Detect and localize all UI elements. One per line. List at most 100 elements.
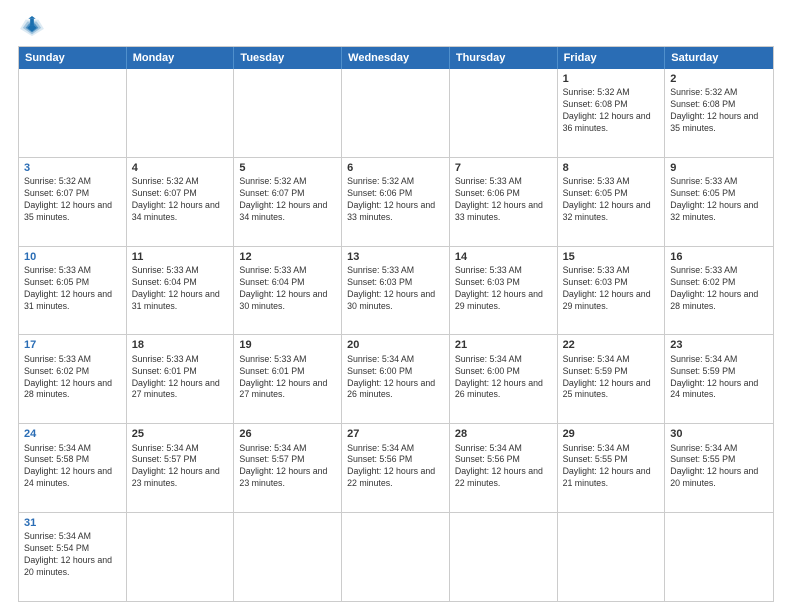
calendar-cell-6: 6Sunrise: 5:32 AM Sunset: 6:06 PM Daylig… — [342, 158, 450, 246]
day-info: Sunrise: 5:33 AM Sunset: 6:04 PM Dayligh… — [132, 265, 229, 313]
calendar-row-5: 31Sunrise: 5:34 AM Sunset: 5:54 PM Dayli… — [19, 512, 773, 601]
day-info: Sunrise: 5:34 AM Sunset: 5:57 PM Dayligh… — [239, 443, 336, 491]
calendar-cell-24: 24 Sunrise: 5:34 AM Sunset: 5:58 PM Dayli… — [19, 424, 127, 512]
header-day-wednesday: Wednesday — [342, 47, 450, 69]
day-number: 25 — [132, 427, 229, 441]
header-day-friday: Friday — [558, 47, 666, 69]
day-number: 3 — [24, 161, 121, 175]
calendar-cell-empty — [127, 69, 235, 157]
header — [18, 16, 774, 38]
day-info: Sunrise: 5:32 AM Sunset: 6:07 PM Dayligh… — [24, 176, 121, 224]
calendar-cell-15: 15Sunrise: 5:33 AM Sunset: 6:03 PM Dayli… — [558, 247, 666, 335]
day-number: 26 — [239, 427, 336, 441]
day-info: Sunrise: 5:34 AM Sunset: 5:59 PM Dayligh… — [563, 354, 660, 402]
day-info: Sunrise: 5:34 AM Sunset: 5:54 PM Dayligh… — [24, 531, 121, 579]
calendar-row-4: 24 Sunrise: 5:34 AM Sunset: 5:58 PM Dayli… — [19, 423, 773, 512]
calendar-cell-8: 8Sunrise: 5:33 AM Sunset: 6:05 PM Daylig… — [558, 158, 666, 246]
day-number: 19 — [239, 338, 336, 352]
calendar-row-1: 3Sunrise: 5:32 AM Sunset: 6:07 PM Daylig… — [19, 157, 773, 246]
calendar-cell-9: 9Sunrise: 5:33 AM Sunset: 6:05 PM Daylig… — [665, 158, 773, 246]
calendar-cell-27: 27 Sunrise: 5:34 AM Sunset: 5:56 PM Dayli… — [342, 424, 450, 512]
calendar-cell-11: 11Sunrise: 5:33 AM Sunset: 6:04 PM Dayli… — [127, 247, 235, 335]
day-info: Sunrise: 5:33 AM Sunset: 6:03 PM Dayligh… — [563, 265, 660, 313]
calendar-cell-empty — [234, 513, 342, 601]
day-info: Sunrise: 5:33 AM Sunset: 6:01 PM Dayligh… — [239, 354, 336, 402]
day-info: Sunrise: 5:33 AM Sunset: 6:01 PM Dayligh… — [132, 354, 229, 402]
calendar-cell-30: 30 Sunrise: 5:34 AM Sunset: 5:55 PM Dayli… — [665, 424, 773, 512]
day-number: 29 — [563, 427, 660, 441]
calendar-cell-29: 29 Sunrise: 5:34 AM Sunset: 5:55 PM Dayli… — [558, 424, 666, 512]
calendar: SundayMondayTuesdayWednesdayThursdayFrid… — [18, 46, 774, 602]
day-info: Sunrise: 5:34 AM Sunset: 5:57 PM Dayligh… — [132, 443, 229, 491]
day-info: Sunrise: 5:34 AM Sunset: 5:55 PM Dayligh… — [670, 443, 768, 491]
logo — [18, 16, 50, 38]
day-info: Sunrise: 5:32 AM Sunset: 6:06 PM Dayligh… — [347, 176, 444, 224]
calendar-cell-13: 13Sunrise: 5:33 AM Sunset: 6:03 PM Dayli… — [342, 247, 450, 335]
day-info: Sunrise: 5:33 AM Sunset: 6:02 PM Dayligh… — [24, 354, 121, 402]
day-info: Sunrise: 5:33 AM Sunset: 6:06 PM Dayligh… — [455, 176, 552, 224]
header-day-thursday: Thursday — [450, 47, 558, 69]
day-info: Sunrise: 5:33 AM Sunset: 6:05 PM Dayligh… — [24, 265, 121, 313]
header-day-tuesday: Tuesday — [234, 47, 342, 69]
day-number: 6 — [347, 161, 444, 175]
day-number: 8 — [563, 161, 660, 175]
day-number: 12 — [239, 250, 336, 264]
day-number: 17 — [24, 338, 121, 352]
calendar-cell-4: 4Sunrise: 5:32 AM Sunset: 6:07 PM Daylig… — [127, 158, 235, 246]
day-number: 15 — [563, 250, 660, 264]
calendar-cell-14: 14Sunrise: 5:33 AM Sunset: 6:03 PM Dayli… — [450, 247, 558, 335]
day-info: Sunrise: 5:34 AM Sunset: 5:55 PM Dayligh… — [563, 443, 660, 491]
header-day-sunday: Sunday — [19, 47, 127, 69]
calendar-cell-7: 7Sunrise: 5:33 AM Sunset: 6:06 PM Daylig… — [450, 158, 558, 246]
day-number: 11 — [132, 250, 229, 264]
calendar-cell-26: 26 Sunrise: 5:34 AM Sunset: 5:57 PM Dayli… — [234, 424, 342, 512]
calendar-cell-28: 28 Sunrise: 5:34 AM Sunset: 5:56 PM Dayli… — [450, 424, 558, 512]
calendar-cell-empty — [450, 69, 558, 157]
day-number: 30 — [670, 427, 768, 441]
day-number: 1 — [563, 72, 660, 86]
day-number: 22 — [563, 338, 660, 352]
day-number: 28 — [455, 427, 552, 441]
calendar-row-3: 17 Sunrise: 5:33 AM Sunset: 6:02 PM Dayli… — [19, 334, 773, 423]
day-info: Sunrise: 5:33 AM Sunset: 6:05 PM Dayligh… — [670, 176, 768, 224]
day-number: 24 — [24, 427, 121, 441]
day-number: 2 — [670, 72, 768, 86]
calendar-cell-empty — [234, 69, 342, 157]
day-number: 27 — [347, 427, 444, 441]
day-info: Sunrise: 5:34 AM Sunset: 5:56 PM Dayligh… — [347, 443, 444, 491]
header-day-monday: Monday — [127, 47, 235, 69]
day-number: 16 — [670, 250, 768, 264]
calendar-cell-18: 18Sunrise: 5:33 AM Sunset: 6:01 PM Dayli… — [127, 335, 235, 423]
day-info: Sunrise: 5:34 AM Sunset: 5:56 PM Dayligh… — [455, 443, 552, 491]
day-info: Sunrise: 5:32 AM Sunset: 6:07 PM Dayligh… — [132, 176, 229, 224]
logo-icon — [18, 16, 46, 38]
day-info: Sunrise: 5:33 AM Sunset: 6:02 PM Dayligh… — [670, 265, 768, 313]
calendar-cell-3: 3Sunrise: 5:32 AM Sunset: 6:07 PM Daylig… — [19, 158, 127, 246]
calendar-cell-empty — [342, 513, 450, 601]
calendar-cell-empty — [19, 69, 127, 157]
day-info: Sunrise: 5:32 AM Sunset: 6:07 PM Dayligh… — [239, 176, 336, 224]
day-info: Sunrise: 5:33 AM Sunset: 6:05 PM Dayligh… — [563, 176, 660, 224]
calendar-cell-2: 2Sunrise: 5:32 AM Sunset: 6:08 PM Daylig… — [665, 69, 773, 157]
day-info: Sunrise: 5:33 AM Sunset: 6:03 PM Dayligh… — [347, 265, 444, 313]
day-info: Sunrise: 5:34 AM Sunset: 5:58 PM Dayligh… — [24, 443, 121, 491]
day-info: Sunrise: 5:33 AM Sunset: 6:03 PM Dayligh… — [455, 265, 552, 313]
calendar-cell-empty — [665, 513, 773, 601]
calendar-cell-empty — [450, 513, 558, 601]
calendar-row-0: 1Sunrise: 5:32 AM Sunset: 6:08 PM Daylig… — [19, 69, 773, 157]
day-number: 4 — [132, 161, 229, 175]
day-number: 14 — [455, 250, 552, 264]
day-number: 10 — [24, 250, 121, 264]
calendar-cell-12: 12Sunrise: 5:33 AM Sunset: 6:04 PM Dayli… — [234, 247, 342, 335]
calendar-cell-1: 1Sunrise: 5:32 AM Sunset: 6:08 PM Daylig… — [558, 69, 666, 157]
calendar-cell-empty — [342, 69, 450, 157]
day-info: Sunrise: 5:32 AM Sunset: 6:08 PM Dayligh… — [563, 87, 660, 135]
day-number: 21 — [455, 338, 552, 352]
day-number: 31 — [24, 516, 121, 530]
calendar-cell-5: 5Sunrise: 5:32 AM Sunset: 6:07 PM Daylig… — [234, 158, 342, 246]
calendar-cell-19: 19 Sunrise: 5:33 AM Sunset: 6:01 PM Dayli… — [234, 335, 342, 423]
calendar-body: 1Sunrise: 5:32 AM Sunset: 6:08 PM Daylig… — [19, 69, 773, 601]
header-day-saturday: Saturday — [665, 47, 773, 69]
calendar-cell-21: 21Sunrise: 5:34 AM Sunset: 6:00 PM Dayli… — [450, 335, 558, 423]
calendar-cell-10: 10Sunrise: 5:33 AM Sunset: 6:05 PM Dayli… — [19, 247, 127, 335]
